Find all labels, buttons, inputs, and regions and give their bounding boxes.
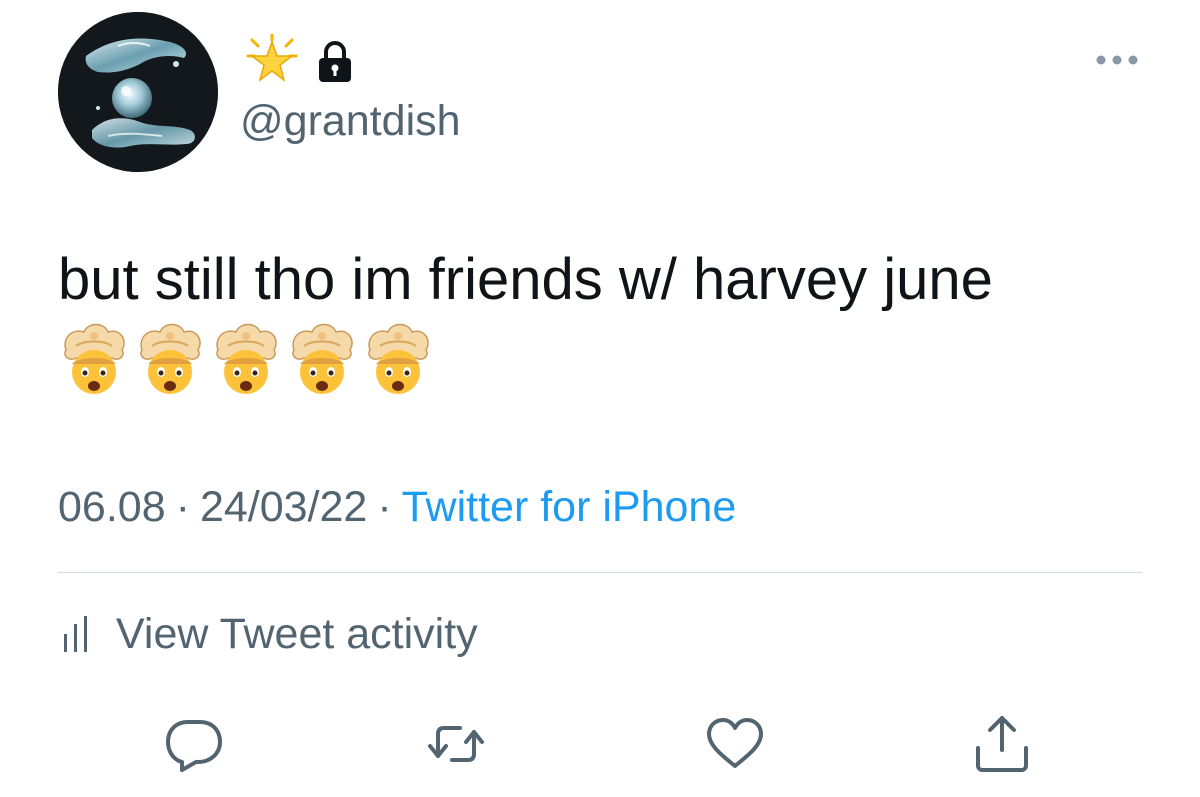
tweet-meta: 06.08 · 24/03/22 · Twitter for iPhone <box>58 480 736 534</box>
meta-separator: · <box>377 483 392 531</box>
share-button[interactable] <box>970 712 1034 776</box>
reply-icon <box>166 720 222 772</box>
share-icon <box>976 716 1028 772</box>
exploding-head-emoji <box>368 323 429 394</box>
like-button[interactable] <box>703 712 767 776</box>
like-icon <box>707 718 763 768</box>
exploding-head-emoji <box>292 323 353 394</box>
tweet-text: but still tho im friends w/ harvey june <box>58 247 993 312</box>
retweet-button[interactable] <box>424 712 488 776</box>
tweet-date: 24/03/22 <box>199 483 368 531</box>
retweet-icon <box>428 726 484 762</box>
view-tweet-activity-label: View Tweet activity <box>116 609 478 658</box>
meta-separator: · <box>175 483 190 531</box>
avatar-image <box>58 12 218 172</box>
author-handle[interactable]: @grantdish <box>240 96 461 146</box>
tweet-source-link[interactable]: Twitter for iPhone <box>402 483 737 531</box>
exploding-head-emoji <box>140 323 201 394</box>
reply-button[interactable] <box>162 712 226 776</box>
bar-chart-icon <box>64 616 87 652</box>
exploding-head-emoji <box>216 323 277 394</box>
tweet-time: 06.08 <box>58 483 166 531</box>
avatar[interactable] <box>58 12 218 172</box>
more-options-icon[interactable] <box>1095 52 1139 68</box>
exploding-head-emoji <box>64 323 125 394</box>
lock-icon <box>315 40 355 84</box>
star-icon <box>244 32 300 86</box>
view-tweet-activity-button[interactable]: View Tweet activity <box>60 606 478 662</box>
divider <box>58 572 1142 573</box>
tweet-emoji-row <box>58 320 434 396</box>
